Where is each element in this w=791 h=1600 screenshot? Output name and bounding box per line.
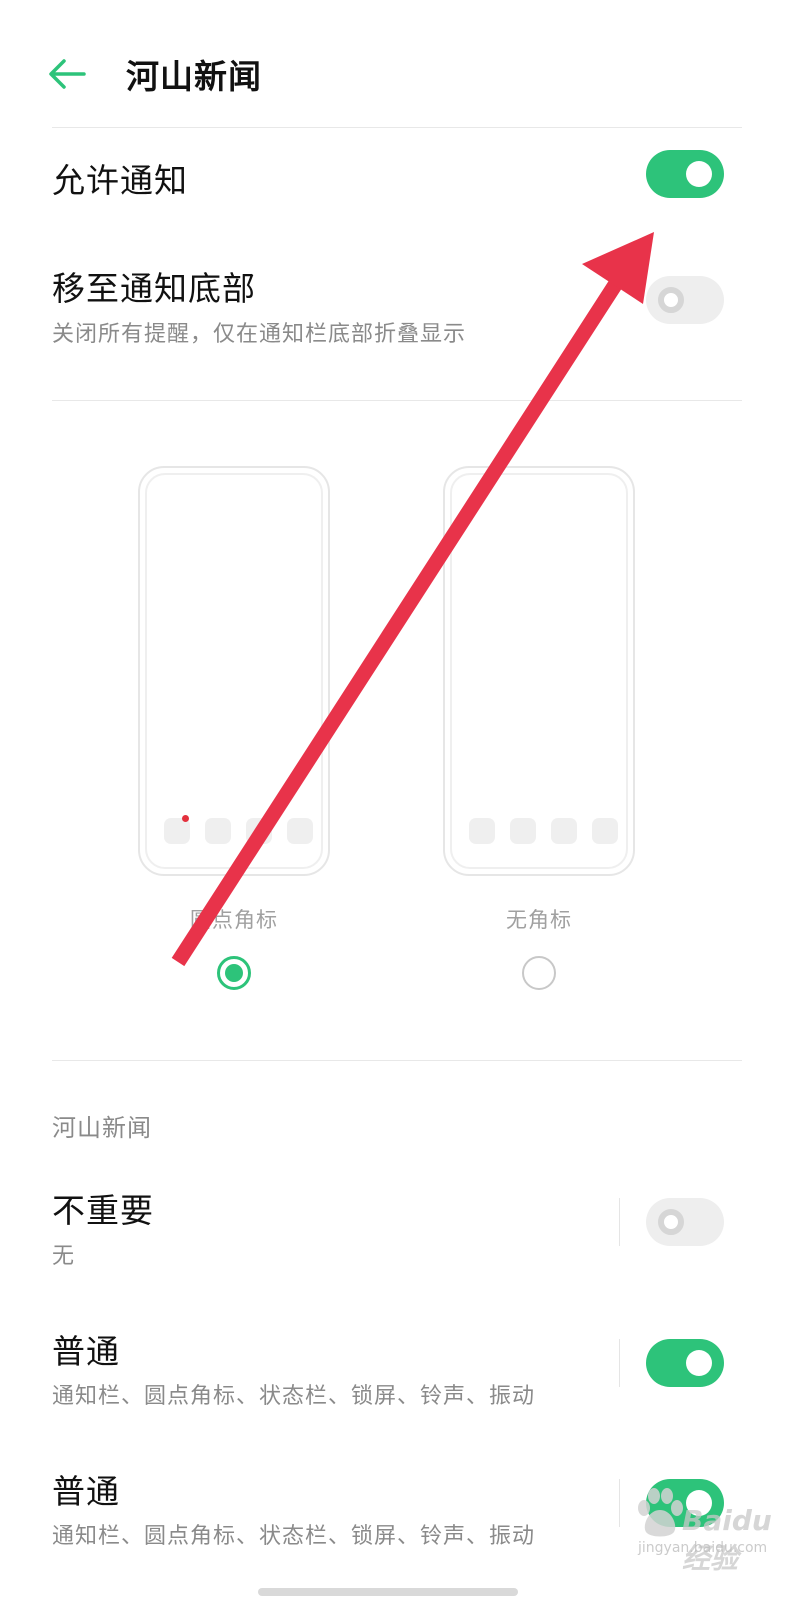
move-to-bottom-description: 关闭所有提醒，仅在通知栏底部折叠显示 bbox=[52, 322, 467, 347]
no-badge-label: 无角标 bbox=[506, 908, 572, 932]
phone-screen bbox=[145, 473, 323, 869]
app-icon bbox=[246, 818, 272, 844]
channel-title: 不重要 bbox=[52, 1191, 154, 1230]
dot-badge-radio[interactable] bbox=[217, 956, 251, 990]
channel-toggle-normal-2[interactable] bbox=[646, 1479, 724, 1527]
app-icon bbox=[287, 818, 313, 844]
arrow-left-icon bbox=[49, 59, 86, 89]
move-to-bottom-toggle[interactable] bbox=[646, 276, 724, 324]
notification-settings-screen: 河山新闻 允许通知 移至通知底部 关闭所有提醒，仅在通知栏底部折叠显示 圆点角标… bbox=[0, 0, 791, 1600]
app-icon bbox=[469, 818, 495, 844]
separator bbox=[619, 1198, 620, 1246]
channel-toggle-normal[interactable] bbox=[646, 1339, 724, 1387]
phone-screen bbox=[450, 473, 628, 869]
radio-dot bbox=[225, 964, 243, 982]
channel-description: 通知栏、圆点角标、状态栏、锁屏、铃声、振动 bbox=[52, 1384, 536, 1409]
toggle-knob bbox=[686, 161, 712, 187]
toggle-knob bbox=[686, 1350, 712, 1376]
no-badge-preview[interactable] bbox=[443, 466, 635, 876]
separator bbox=[619, 1479, 620, 1527]
toggle-knob bbox=[686, 1490, 712, 1516]
channel-toggle-unimportant[interactable] bbox=[646, 1198, 724, 1246]
divider bbox=[52, 127, 742, 128]
toggle-knob bbox=[658, 1209, 684, 1235]
watermark-url: jingyan.baidu.com bbox=[638, 1540, 768, 1556]
badge-dot bbox=[182, 815, 189, 822]
app-icon bbox=[205, 818, 231, 844]
channel-title: 普通 bbox=[52, 1472, 120, 1511]
channel-title: 普通 bbox=[52, 1332, 120, 1371]
header: 河山新闻 bbox=[0, 0, 791, 130]
no-badge-radio[interactable] bbox=[522, 956, 556, 990]
separator bbox=[619, 1339, 620, 1387]
divider bbox=[52, 400, 742, 401]
app-icon bbox=[551, 818, 577, 844]
app-icon bbox=[592, 818, 618, 844]
dot-badge-preview[interactable] bbox=[138, 466, 330, 876]
back-button[interactable] bbox=[44, 52, 88, 96]
dot-badge-label: 圆点角标 bbox=[190, 908, 278, 932]
move-to-bottom-label: 移至通知底部 bbox=[52, 269, 256, 308]
app-icon bbox=[510, 818, 536, 844]
allow-notifications-toggle[interactable] bbox=[646, 150, 724, 198]
home-indicator bbox=[258, 1588, 518, 1596]
channels-section-header: 河山新闻 bbox=[52, 1114, 152, 1142]
page-title: 河山新闻 bbox=[126, 57, 262, 96]
channel-description: 无 bbox=[52, 1244, 76, 1269]
toggle-knob bbox=[658, 287, 684, 313]
channel-description: 通知栏、圆点角标、状态栏、锁屏、铃声、振动 bbox=[52, 1524, 536, 1549]
allow-notifications-label: 允许通知 bbox=[52, 161, 188, 200]
divider bbox=[52, 1060, 742, 1061]
